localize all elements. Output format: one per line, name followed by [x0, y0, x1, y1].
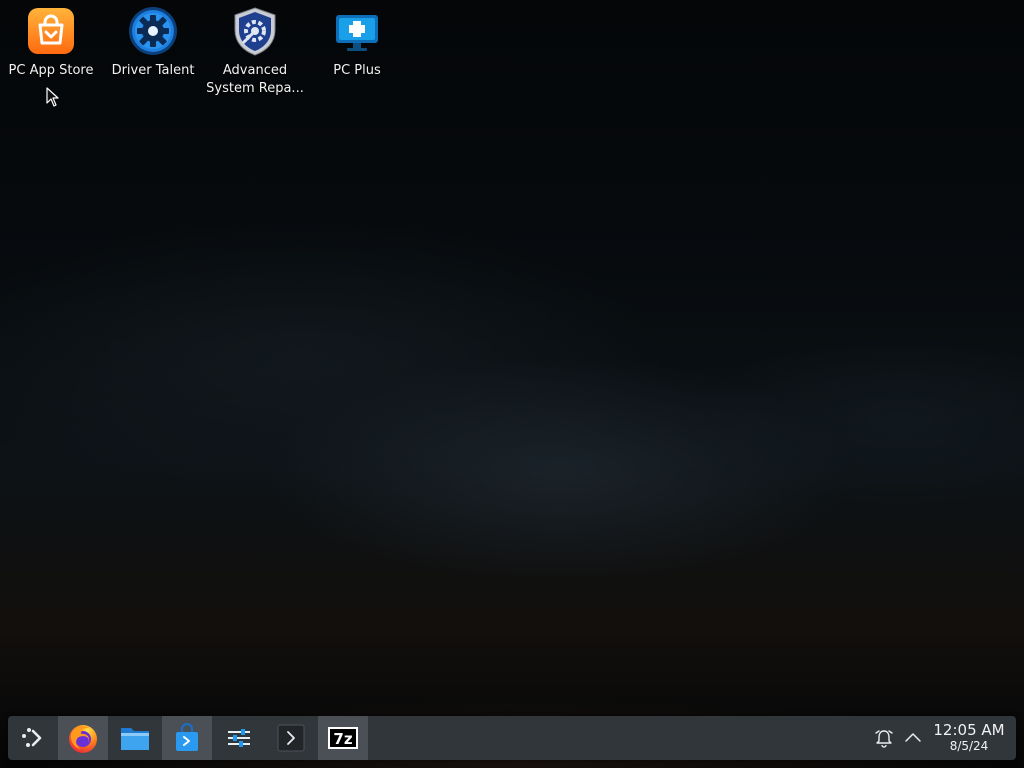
gear-icon: [128, 6, 178, 56]
shield-gear-icon: [230, 6, 280, 56]
taskbar-system-settings[interactable]: [214, 716, 264, 760]
taskbar-discover[interactable]: [162, 716, 212, 760]
mouse-cursor-icon: [46, 87, 60, 111]
store-bag-icon: [176, 723, 198, 751]
desktop-icon-label: Advanced System Repa...: [206, 63, 304, 96]
taskbar: 7z 12:05 AM 8/5/24: [8, 716, 1016, 760]
shopping-bag-icon: [26, 6, 76, 56]
taskbar-7-zip[interactable]: 7z: [318, 716, 368, 760]
desktop-icon-pc-app-store[interactable]: PC App Store: [0, 6, 102, 80]
taskbar-file-manager[interactable]: [110, 716, 160, 760]
taskbar-konsole[interactable]: [266, 716, 316, 760]
7z-logo-text: 7z: [333, 730, 352, 748]
desktop-icon-label: Driver Talent: [111, 63, 195, 78]
digital-clock[interactable]: 12:05 AM 8/5/24: [926, 721, 1012, 754]
launcher-icon: [22, 728, 42, 747]
show-hidden-icons-chevron-up-icon[interactable]: [903, 728, 923, 748]
desktop-icon-advanced-system-repair[interactable]: Advanced System Repa...: [204, 6, 306, 98]
folder-icon: [121, 728, 149, 750]
desktop-icon-pc-plus[interactable]: PC Plus: [306, 6, 408, 80]
desktop-icon-label: PC App Store: [8, 63, 94, 78]
7z-icon: 7z: [328, 727, 358, 749]
clock-time: 12:05 AM: [933, 721, 1005, 739]
sliders-icon: [228, 729, 250, 747]
monitor-plus-icon: [332, 6, 382, 56]
notifications-bell-icon[interactable]: [874, 728, 894, 748]
taskbar-firefox[interactable]: [58, 716, 108, 760]
desktop-icon-label: PC Plus: [333, 63, 381, 78]
clock-date: 8/5/24: [949, 739, 989, 753]
firefox-icon: [69, 725, 97, 753]
taskbar-application-launcher[interactable]: [8, 716, 58, 760]
terminal-icon: [277, 724, 305, 752]
desktop-icon-driver-talent[interactable]: Driver Talent: [102, 6, 204, 80]
